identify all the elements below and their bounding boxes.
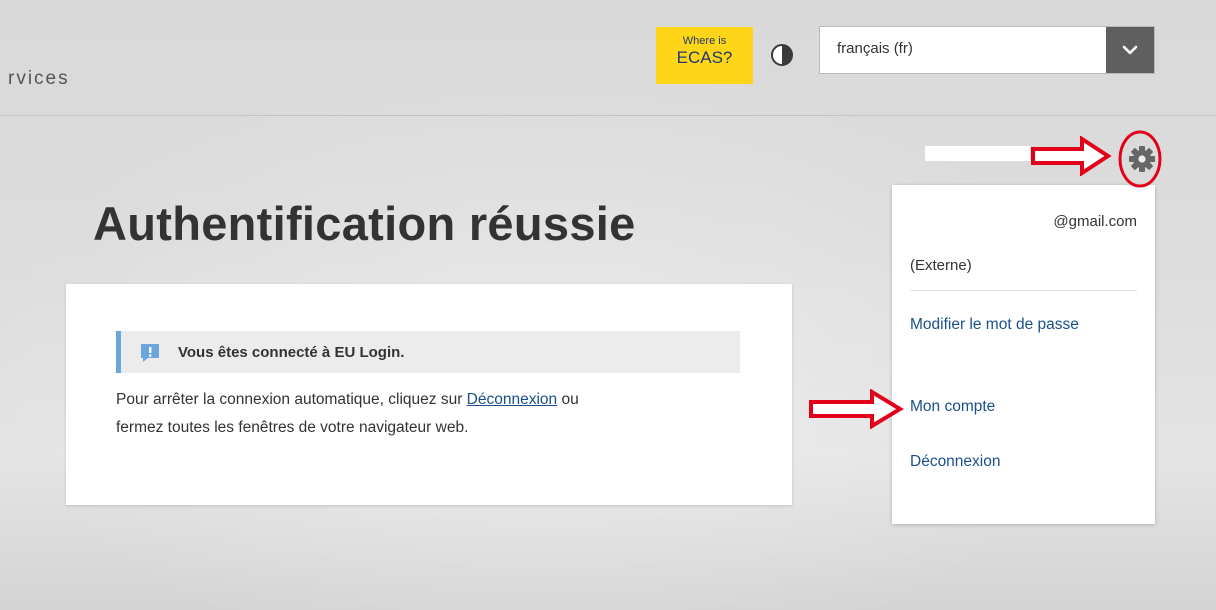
- login-status-card: Vous êtes connecté à EU Login. Pour arrê…: [66, 284, 792, 505]
- body-text-before-link: Pour arrêter la connexion automatique, c…: [116, 391, 467, 408]
- info-banner-text: Vous êtes connecté à EU Login.: [178, 344, 405, 361]
- user-email: @gmail.com: [1053, 213, 1137, 230]
- page-title: Authentification réussie: [93, 197, 636, 250]
- user-type: (Externe): [910, 257, 972, 274]
- info-icon: [141, 344, 159, 362]
- body-text-line2: fermez toutes les fenêtres de votre navi…: [116, 419, 469, 436]
- menu-item-logout[interactable]: Déconnexion: [910, 448, 1120, 476]
- menu-item-change-password[interactable]: Modifier le mot de passe: [910, 311, 1120, 339]
- logout-link[interactable]: Déconnexion: [467, 391, 557, 408]
- email-redaction: [914, 215, 994, 231]
- menu-item-my-account[interactable]: Mon compte: [910, 393, 1120, 421]
- header-divider: [0, 115, 1216, 116]
- site-name: rvices: [8, 68, 70, 89]
- ecas-button-line1: Where is: [682, 35, 727, 47]
- contrast-icon[interactable]: [770, 43, 794, 67]
- ecas-button-line2: ECAS?: [676, 48, 733, 67]
- chevron-down-icon[interactable]: [1106, 27, 1154, 73]
- where-is-ecas-button[interactable]: Where is ECAS?: [656, 27, 753, 84]
- language-select[interactable]: français (fr): [819, 26, 1155, 74]
- card-body-text: Pour arrêter la connexion automatique, c…: [116, 386, 756, 442]
- user-dropdown-menu: @gmail.com (Externe) Modifier le mot de …: [892, 185, 1155, 524]
- info-banner: Vous êtes connecté à EU Login.: [116, 331, 740, 373]
- user-name-redacted: [925, 146, 1030, 161]
- menu-divider: [910, 290, 1137, 291]
- gear-icon[interactable]: [1124, 141, 1160, 177]
- language-select-value: français (fr): [837, 40, 913, 57]
- body-text-after-link: ou: [557, 391, 579, 408]
